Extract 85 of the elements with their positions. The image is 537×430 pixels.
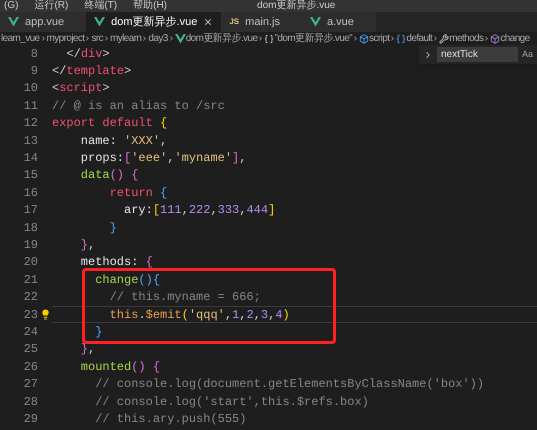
line-number: 14 xyxy=(22,150,38,168)
line-number: 26 xyxy=(22,358,38,376)
code-line: }, xyxy=(80,341,96,358)
menu-item[interactable]: 终端(T) xyxy=(84,1,118,11)
breadcrumb-item[interactable]: day3 xyxy=(148,34,168,44)
chevron-icon xyxy=(168,35,175,42)
line-number: 8 xyxy=(30,46,38,63)
menu-item[interactable]: 运行(R) xyxy=(34,1,68,11)
vue-icon xyxy=(94,17,106,27)
close-icon[interactable] xyxy=(203,17,214,27)
breadcrumb-item[interactable]: default xyxy=(406,34,432,44)
breadcrumb-item[interactable]: myproject xyxy=(46,34,84,44)
vue-icon xyxy=(8,17,19,27)
vue-icon xyxy=(310,17,321,27)
breadcrumb-item[interactable]: "dom更新异步.vue" xyxy=(274,34,352,44)
code-line: mounted() { xyxy=(80,358,160,376)
chevron-icon xyxy=(389,35,396,42)
code-line: }, xyxy=(80,237,96,254)
code-line: // this.myname = 666; xyxy=(108,289,261,306)
line-number: 27 xyxy=(22,376,38,394)
code-line: name: 'XXX', xyxy=(80,132,168,150)
breadcrumb-item[interactable]: learn_vue xyxy=(1,34,40,44)
code-line: </template> xyxy=(52,63,132,80)
module-icon xyxy=(396,34,406,44)
code-line: export default { xyxy=(52,115,168,132)
breadcrumb-item[interactable]: mylearn xyxy=(110,34,142,44)
code-line: // this.ary.push(555) xyxy=(94,410,246,428)
chevron-icon xyxy=(352,35,360,42)
code-line: return { xyxy=(108,184,168,202)
js-icon: JS xyxy=(229,16,240,28)
line-number: 15 xyxy=(22,167,38,184)
editor-tab[interactable]: a.vue xyxy=(302,12,376,32)
code-line: this.$emit('qqq',1,2,3,4) xyxy=(52,306,537,324)
line-number: 13 xyxy=(22,132,38,150)
line-number: 21 xyxy=(22,272,38,289)
code-line: // @ is an alias to /src xyxy=(52,98,225,115)
line-number: 25 xyxy=(22,341,38,358)
code-line: ary:[111,222,333,444] xyxy=(123,202,276,219)
chevron-icon xyxy=(257,35,264,42)
editor-tab[interactable]: JS main.js xyxy=(221,12,302,32)
braces-icon xyxy=(264,34,274,44)
match-case-toggle[interactable]: Aa xyxy=(522,48,533,62)
line-number: 24 xyxy=(22,324,38,341)
code-line: } xyxy=(94,324,102,341)
line-number: 9 xyxy=(30,63,38,80)
chevron-icon xyxy=(40,35,47,42)
line-number: 17 xyxy=(22,202,38,220)
line-number: 29 xyxy=(22,410,38,428)
editor-tab[interactable]: app.vue xyxy=(0,12,86,32)
menu-item[interactable]: (G) xyxy=(4,1,18,11)
line-number: 12 xyxy=(22,115,38,132)
editor-tab[interactable]: dom更新异步.vue xyxy=(86,12,222,32)
method-icon xyxy=(490,34,500,44)
code-line: // console.log('start',this.$refs.box) xyxy=(94,394,369,410)
breadcrumb-item[interactable]: src xyxy=(91,34,104,44)
breadcrumb-item[interactable]: change xyxy=(500,34,530,44)
code-line: methods: { xyxy=(80,254,153,272)
line-number: 10 xyxy=(22,80,38,98)
line-number: 11 xyxy=(22,98,38,115)
line-number: 16 xyxy=(22,184,38,202)
code-line: <script> xyxy=(52,80,110,98)
chevron-icon xyxy=(141,35,148,42)
menu-item[interactable]: 帮助(H) xyxy=(133,1,168,11)
line-number: 20 xyxy=(22,254,38,272)
chevron-icon xyxy=(84,35,92,42)
breadcrumb-item[interactable]: script xyxy=(369,34,390,44)
wrench-icon xyxy=(439,34,450,44)
line-number: 18 xyxy=(22,220,38,237)
chevron-icon xyxy=(483,35,490,42)
line-number: 23 xyxy=(22,306,38,324)
code-line: // console.log(document.getElementsByClassName('box')) xyxy=(94,376,484,393)
code-line: props:['eee','myname'], xyxy=(80,150,246,167)
code-line: data() { xyxy=(80,167,138,184)
chevron-icon xyxy=(103,35,110,42)
code-line: } xyxy=(108,220,117,236)
line-number: 28 xyxy=(22,394,38,411)
code-line: </div> xyxy=(65,46,110,62)
breadcrumb-item[interactable]: methods xyxy=(449,34,484,44)
lightbulb-icon[interactable] xyxy=(40,309,50,320)
line-number: 19 xyxy=(22,237,38,254)
code-line: change(){ xyxy=(94,272,160,288)
line-number: 22 xyxy=(22,289,38,306)
find-field[interactable]: nextTick xyxy=(437,47,518,62)
breadcrumb-item[interactable]: dom更新异步.vue xyxy=(186,34,258,44)
cube-icon xyxy=(359,34,370,44)
